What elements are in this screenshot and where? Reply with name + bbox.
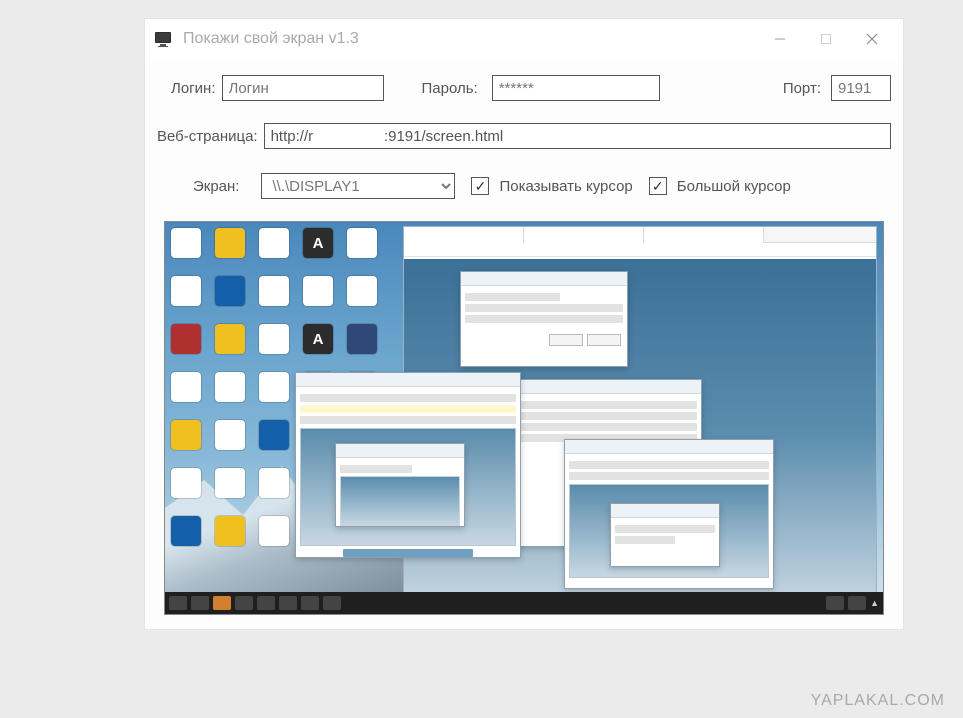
app-window: Покажи свой экран v1.3 Логин: Пароль: [144,18,904,630]
url-label: Веб-страница: [157,128,258,145]
port-input[interactable] [831,75,891,101]
show-cursor-checkbox[interactable] [471,177,489,195]
big-cursor-checkbox[interactable] [649,177,667,195]
password-input[interactable] [492,75,660,101]
password-label: Пароль: [422,80,478,97]
window-body: Логин: Пароль: Порт: Веб-страница: Экран… [145,59,903,629]
preview-self-window [295,372,521,558]
close-button[interactable] [849,19,895,59]
show-cursor-label: Показывать курсор [499,178,632,195]
url-input[interactable] [264,123,891,149]
maximize-button[interactable] [803,19,849,59]
preview-taskbar: ▲ [165,592,883,614]
preview-nested-window [564,439,774,589]
port-label: Порт: [783,80,821,97]
row-url: Веб-страница: [157,123,891,149]
login-input[interactable] [222,75,384,101]
screen-preview: A A [164,221,884,615]
preview-auth-dialog [460,271,628,367]
login-label: Логин: [171,80,216,97]
watermark: YAPLAKAL.COM [811,692,945,710]
app-monitor-icon [153,29,173,49]
big-cursor-label: Большой курсор [677,178,791,195]
window-title: Покажи свой экран v1.3 [183,30,359,48]
window-controls [757,19,895,59]
minimize-button[interactable] [757,19,803,59]
row-screen: Экран: \\.\DISPLAY1 Показывать курсор Бо… [157,173,891,199]
titlebar[interactable]: Покажи свой экран v1.3 [145,19,903,59]
screen-label: Экран: [193,178,239,195]
screen-select[interactable]: \\.\DISPLAY1 [261,173,455,199]
row-credentials: Логин: Пароль: Порт: [157,75,891,101]
